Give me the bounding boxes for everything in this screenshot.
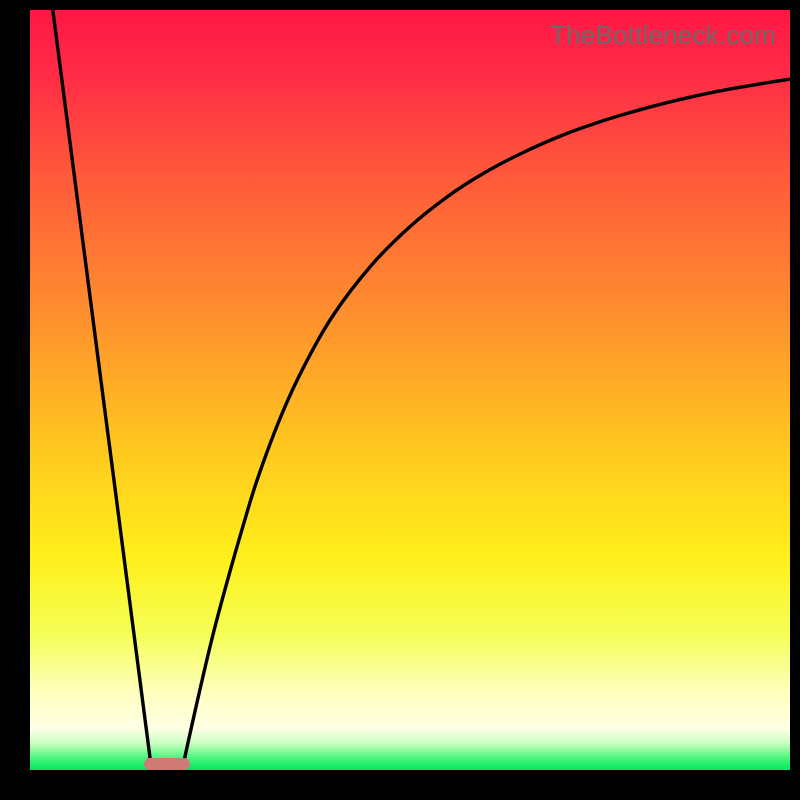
optimum-marker xyxy=(144,758,190,770)
right-branch-line xyxy=(182,79,790,770)
curve-layer xyxy=(30,10,790,770)
watermark-label: TheBottleneck.com xyxy=(550,20,776,51)
chart-frame: TheBottleneck.com xyxy=(0,0,800,800)
left-branch-line xyxy=(53,10,152,770)
plot-area: TheBottleneck.com xyxy=(30,10,790,770)
